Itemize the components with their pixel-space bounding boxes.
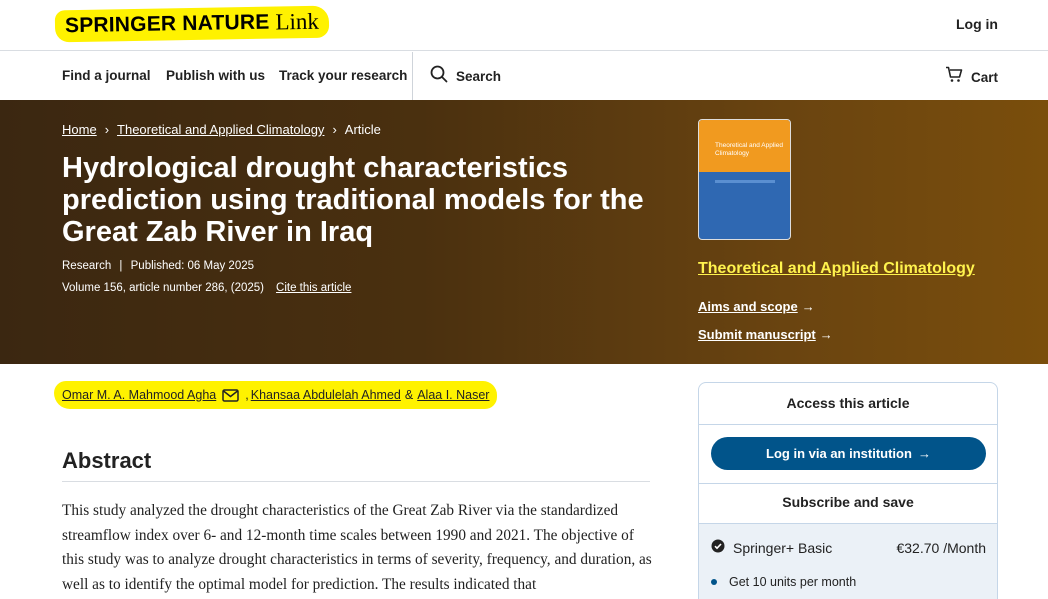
nav-divider (412, 52, 413, 100)
login-institution-button[interactable]: Log in via an institution → (711, 437, 986, 470)
author-separator: , (245, 388, 249, 402)
logo-link-text: Link (275, 8, 320, 35)
submit-manuscript-link[interactable]: Submit manuscript → (698, 327, 833, 342)
springer-nature-link-logo[interactable]: SPRINGER NATURE Link (54, 5, 330, 43)
cover-title: Theoretical and Applied Climatology (715, 142, 783, 157)
aims-scope-label: Aims and scope (698, 299, 798, 314)
divider (699, 424, 997, 425)
abstract-heading: Abstract (62, 448, 152, 473)
article-meta: Research | Published: 06 May 2025 (62, 260, 254, 272)
divider (699, 483, 997, 484)
login-link[interactable]: Log in (956, 16, 998, 32)
plan-row: Springer+ Basic €32.70 /Month (711, 539, 986, 556)
submit-manuscript-label: Submit manuscript (698, 327, 816, 342)
main-nav: Find a journal Publish with us Track you… (0, 52, 1048, 100)
article-title: Hydrological drought characteristics pre… (62, 152, 644, 248)
check-circle-icon (711, 539, 725, 556)
arrow-right-icon: → (819, 327, 833, 342)
breadcrumb-separator: › (104, 122, 110, 137)
arrow-right-icon: → (801, 299, 815, 314)
author-link[interactable]: Khansaa Abdulelah Ahmed (251, 388, 401, 402)
plan-feature-text: Get 10 units per month (729, 575, 857, 589)
plan-feature: Get 10 units per month (711, 575, 856, 589)
access-title: Access this article (786, 395, 910, 411)
published-date: Published: 06 May 2025 (130, 260, 255, 272)
email-icon[interactable] (222, 388, 239, 402)
cover-top-panel: Theoretical and Applied Climatology (699, 120, 790, 172)
nav-find-journal[interactable]: Find a journal (62, 68, 151, 83)
cite-article-link[interactable]: Cite this article (276, 282, 351, 294)
search-icon (430, 65, 448, 88)
article-type: Research (62, 260, 112, 272)
breadcrumb-journal[interactable]: Theoretical and Applied Climatology (117, 122, 324, 137)
arrow-right-icon: → (917, 446, 931, 461)
search-button[interactable]: Search (430, 65, 501, 88)
logo-brand-text: SPRINGER NATURE (64, 10, 270, 38)
nav-publish-with-us[interactable]: Publish with us (166, 68, 265, 83)
journal-title-link[interactable]: Theoretical and Applied Climatology (698, 260, 975, 278)
cart-button[interactable]: Cart (945, 66, 998, 88)
plan-price: €32.70 /Month (896, 539, 986, 556)
breadcrumb: Home › Theoretical and Applied Climatolo… (62, 122, 381, 137)
author-link[interactable]: Alaa I. Naser (417, 388, 489, 402)
cover-band (715, 180, 775, 183)
author-link[interactable]: Omar M. A. Mahmood Agha (62, 388, 216, 402)
breadcrumb-separator: › (332, 122, 337, 137)
cart-label: Cart (970, 69, 998, 85)
article-citation-info: Volume 156, article number 286, (2025) C… (62, 282, 351, 294)
article-hero: Home › Theoretical and Applied Climatolo… (0, 100, 1048, 364)
breadcrumb-home[interactable]: Home (62, 122, 97, 137)
meta-separator: | (119, 260, 123, 272)
plan-name: Springer+ Basic (733, 539, 833, 556)
cart-icon (945, 66, 963, 88)
author-list: Omar M. A. Mahmood Agha , Khansaa Abdule… (54, 381, 498, 409)
nav-track-research[interactable]: Track your research (279, 68, 407, 83)
login-institution-label: Log in via an institution (766, 446, 912, 461)
bullet-dot (711, 579, 717, 585)
abstract-divider (62, 481, 650, 482)
author-separator: & (404, 388, 414, 402)
aims-scope-link[interactable]: Aims and scope → (698, 299, 815, 314)
volume-info: Volume 156, article number 286, (2025) (62, 282, 265, 294)
subscription-option[interactable]: Springer+ Basic €32.70 /Month Get 10 uni… (699, 523, 997, 599)
access-panel: Access this article Log in via an instit… (698, 382, 998, 599)
journal-cover-image[interactable]: Theoretical and Applied Climatology (698, 119, 791, 240)
search-label: Search (456, 69, 502, 84)
abstract-text: This study analyzed the drought characte… (62, 502, 652, 593)
top-bar: SPRINGER NATURE Link Log in (0, 0, 1048, 51)
subscribe-title: Subscribe and save (782, 494, 914, 510)
breadcrumb-current: Article (344, 122, 381, 137)
